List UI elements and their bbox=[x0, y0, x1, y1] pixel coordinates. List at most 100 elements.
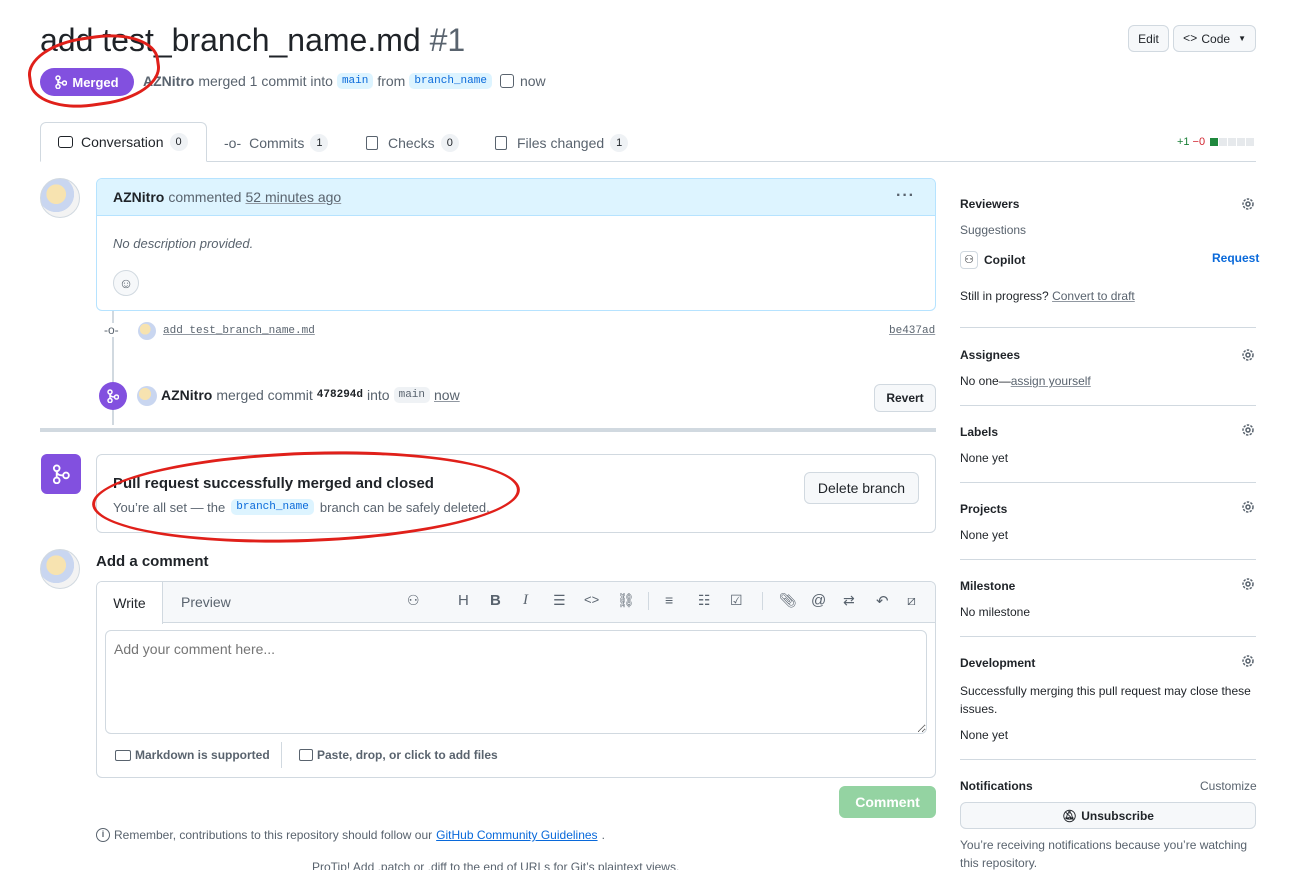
avatar[interactable] bbox=[40, 178, 80, 218]
comment-body: No description provided. bbox=[113, 236, 254, 251]
gear-icon[interactable] bbox=[1240, 347, 1256, 363]
code-icon[interactable]: <> bbox=[584, 592, 602, 610]
markdown-note[interactable]: Markdown is supported bbox=[115, 748, 270, 762]
convert-to-draft-link[interactable]: Convert to draft bbox=[1052, 289, 1135, 303]
comment-time[interactable]: 52 minutes ago bbox=[245, 189, 341, 205]
merge-author[interactable]: AZNitro bbox=[161, 387, 212, 403]
commit-message[interactable]: add test_branch_name.md bbox=[163, 325, 315, 337]
merge-event-text: AZNitro merged commit 478294d into main … bbox=[161, 387, 460, 403]
merged-status-icon bbox=[41, 454, 81, 494]
merge-avatar bbox=[137, 386, 157, 406]
sidebar-divider bbox=[960, 559, 1256, 560]
tab-write[interactable]: Write bbox=[97, 582, 163, 624]
request-review-link[interactable]: Request bbox=[1212, 251, 1259, 265]
head-branch[interactable]: branch_name bbox=[409, 73, 492, 89]
quote-icon[interactable]: ☰ bbox=[553, 592, 571, 610]
tab-conversation[interactable]: Conversation 0 bbox=[40, 122, 207, 162]
labels-value: None yet bbox=[960, 451, 1009, 465]
sidebar-divider bbox=[960, 327, 1256, 328]
undo-icon[interactable]: ↶ bbox=[876, 592, 894, 610]
merge-sha[interactable]: 478294d bbox=[317, 389, 363, 401]
heading-icon[interactable]: H bbox=[458, 592, 476, 610]
bold-icon[interactable]: B bbox=[490, 592, 508, 610]
attach-files-note[interactable]: Paste, drop, or click to add files bbox=[299, 748, 498, 762]
merge-time[interactable]: now bbox=[434, 387, 460, 403]
milestone-value: No milestone bbox=[960, 605, 1031, 619]
pr-meta: AZNitro merged 1 commit into main from b… bbox=[143, 73, 546, 89]
link-icon[interactable]: ⛓ bbox=[617, 592, 635, 610]
merge-icon bbox=[107, 389, 119, 403]
code-button[interactable]: <> Code ▼ bbox=[1173, 25, 1256, 52]
commit-sha[interactable]: be437ad bbox=[889, 325, 935, 337]
sidebar-divider bbox=[960, 405, 1256, 406]
toolbar-divider bbox=[648, 592, 649, 610]
labels-heading: Labels bbox=[960, 425, 999, 439]
comment-author[interactable]: AZNitro bbox=[113, 189, 164, 205]
copilot-reviewer: ⚇ Copilot bbox=[960, 251, 1025, 269]
development-text: Successfully merging this pull request m… bbox=[960, 684, 1251, 716]
italic-icon[interactable]: I bbox=[523, 592, 541, 610]
copy-icon[interactable] bbox=[499, 74, 514, 88]
add-comment-heading: Add a comment bbox=[96, 553, 209, 570]
copilot-icon[interactable]: ⚇ bbox=[407, 592, 425, 610]
kebab-menu-icon[interactable]: ··· bbox=[896, 187, 915, 205]
chevron-down-icon: ▼ bbox=[1238, 34, 1246, 43]
merge-branch[interactable]: main bbox=[393, 387, 430, 403]
file-diff-icon bbox=[495, 136, 507, 150]
sidebar-divider bbox=[960, 636, 1256, 637]
tab-files-changed[interactable]: Files changed 1 bbox=[495, 134, 629, 152]
gear-icon[interactable] bbox=[1240, 499, 1256, 515]
unsubscribe-button[interactable]: 🔕︎ Unsubscribe bbox=[960, 802, 1256, 829]
guidelines-link[interactable]: GitHub Community Guidelines bbox=[436, 828, 597, 842]
editor-header: Write Preview bbox=[97, 582, 935, 624]
mention-icon[interactable]: @ bbox=[811, 592, 829, 610]
avatar[interactable] bbox=[40, 549, 80, 589]
delete-branch-button[interactable]: Delete branch bbox=[804, 472, 919, 504]
assign-yourself-link[interactable]: assign yourself bbox=[1011, 374, 1091, 388]
development-value: None yet bbox=[960, 728, 1009, 742]
attach-icon[interactable]: 📎︎ bbox=[779, 592, 797, 610]
sidebar-divider bbox=[960, 759, 1256, 760]
protip: ProTip! Add .patch or .diff to the end o… bbox=[312, 860, 680, 870]
development-heading: Development bbox=[960, 656, 1036, 670]
assignees-value: No one—assign yourself bbox=[960, 374, 1091, 388]
add-reaction-button[interactable]: ☺ bbox=[113, 270, 139, 296]
base-branch[interactable]: main bbox=[336, 73, 374, 89]
notifications-reason: You’re receiving notifications because y… bbox=[960, 838, 1248, 870]
commit-icon: -o- bbox=[224, 135, 242, 151]
cross-reference-icon[interactable]: ⇄ bbox=[843, 592, 861, 610]
edit-button[interactable]: Edit bbox=[1128, 25, 1169, 52]
guidelines-note: i Remember, contributions to this reposi… bbox=[96, 828, 605, 842]
fullscreen-icon[interactable]: ⧄ bbox=[907, 592, 925, 610]
tab-bar-border bbox=[40, 161, 1256, 162]
pr-number: #1 bbox=[429, 22, 466, 58]
revert-button[interactable]: Revert bbox=[874, 384, 936, 412]
tab-commits[interactable]: -o- Commits 1 bbox=[224, 134, 329, 152]
projects-heading: Projects bbox=[960, 502, 1008, 516]
gear-icon[interactable] bbox=[1240, 422, 1256, 438]
code-icon: <> bbox=[1182, 31, 1198, 46]
comment-discussion-icon bbox=[58, 136, 73, 148]
comment-submit-button[interactable]: Comment bbox=[839, 786, 936, 818]
tab-checks[interactable]: Checks 0 bbox=[366, 134, 459, 152]
projects-value: None yet bbox=[960, 528, 1009, 542]
info-icon: i bbox=[96, 828, 110, 842]
gear-icon[interactable] bbox=[1240, 576, 1256, 592]
task-list-icon[interactable]: ☑ bbox=[730, 592, 748, 610]
merge-event-icon bbox=[99, 382, 127, 410]
tab-preview[interactable]: Preview bbox=[181, 594, 231, 610]
merge-icon bbox=[52, 464, 70, 484]
customize-link[interactable]: Customize bbox=[1200, 779, 1257, 793]
smiley-icon: ☺ bbox=[118, 275, 134, 291]
notifications-heading: Notifications bbox=[960, 779, 1033, 793]
diffstat-blocks bbox=[1210, 138, 1255, 146]
image-icon bbox=[299, 749, 313, 761]
gear-icon[interactable] bbox=[1240, 196, 1256, 212]
ordered-list-icon[interactable]: ≡ bbox=[665, 592, 683, 610]
draft-note: Still in progress? Convert to draft bbox=[960, 289, 1135, 303]
gear-icon[interactable] bbox=[1240, 653, 1256, 669]
commit-node-icon: -o- bbox=[104, 323, 119, 337]
comment-editor: Write Preview Markdown is supported Past… bbox=[96, 581, 936, 778]
comment-textarea[interactable] bbox=[105, 630, 927, 734]
unordered-list-icon[interactable]: ☷ bbox=[698, 592, 716, 610]
